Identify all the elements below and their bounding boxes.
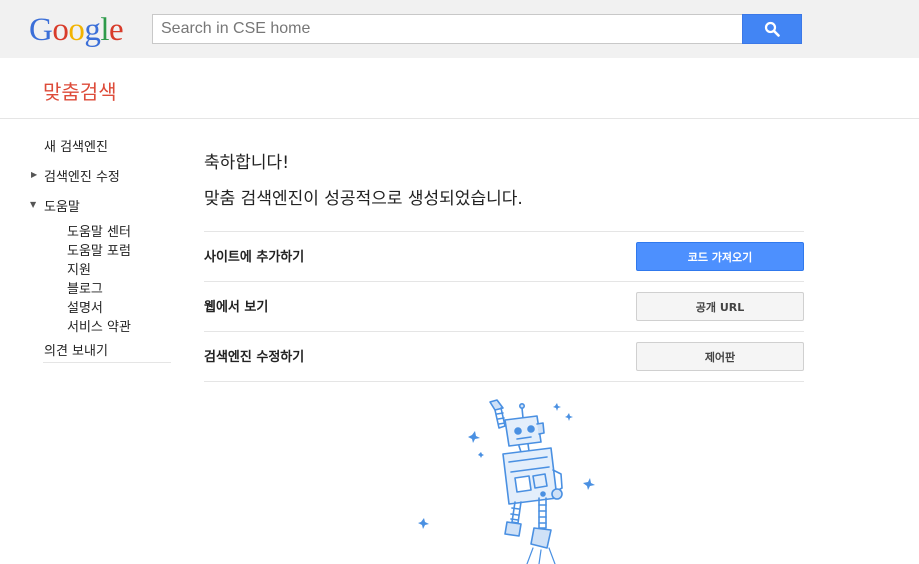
robot-illustration [418, 399, 595, 564]
sidebar-divider [43, 362, 171, 363]
logo-letter-o2: o [68, 12, 85, 48]
logo-letter-e: e [109, 12, 124, 48]
sidebar-item-help[interactable]: 도움말 [44, 196, 80, 215]
view-on-web-label: 웹에서 보기 [204, 300, 269, 315]
page-header: 맞춤검색 [0, 58, 919, 119]
sidebar-help-forum[interactable]: 도움말 포럼 [67, 240, 131, 259]
edit-engine-label: 검색엔진 수정하기 [204, 350, 305, 365]
sidebar-blog[interactable]: 블로그 [67, 278, 103, 297]
row-divider [204, 331, 804, 332]
sidebar-support[interactable]: 지원 [67, 259, 91, 278]
logo-letter-l: l [100, 12, 110, 48]
search-input[interactable] [152, 14, 743, 44]
logo-letter-g: G [29, 12, 53, 48]
congrats-heading: 축하합니다! [204, 153, 290, 173]
search-icon [764, 21, 780, 37]
chevron-down-icon[interactable]: ▼ [30, 200, 36, 209]
sidebar-docs[interactable]: 설명서 [67, 297, 103, 316]
sidebar-item-new-engine[interactable]: 새 검색엔진 [44, 136, 108, 155]
add-to-site-label: 사이트에 추가하기 [204, 250, 305, 265]
public-url-button[interactable]: 공개 URL [636, 292, 804, 321]
page-title[interactable]: 맞춤검색 [43, 76, 117, 105]
search-button[interactable] [742, 14, 802, 44]
get-code-button[interactable]: 코드 가져오기 [636, 242, 804, 271]
row-divider [204, 231, 804, 232]
row-divider [204, 281, 804, 282]
chevron-right-icon[interactable]: ▶ [31, 170, 37, 179]
sidebar-item-feedback[interactable]: 의견 보내기 [44, 340, 108, 359]
logo-letter-g2: g [84, 12, 101, 48]
top-bar: Google [0, 0, 919, 58]
google-logo[interactable]: Google [29, 11, 124, 49]
sidebar-item-edit-engine[interactable]: 검색엔진 수정 [44, 166, 120, 185]
success-message: 맞춤 검색엔진이 성공적으로 생성되었습니다. [204, 189, 523, 209]
sidebar-help-center[interactable]: 도움말 센터 [67, 221, 131, 240]
logo-letter-o1: o [52, 12, 69, 48]
row-divider [204, 381, 804, 382]
sidebar-terms[interactable]: 서비스 약관 [67, 316, 131, 335]
control-panel-button[interactable]: 제어판 [636, 342, 804, 371]
